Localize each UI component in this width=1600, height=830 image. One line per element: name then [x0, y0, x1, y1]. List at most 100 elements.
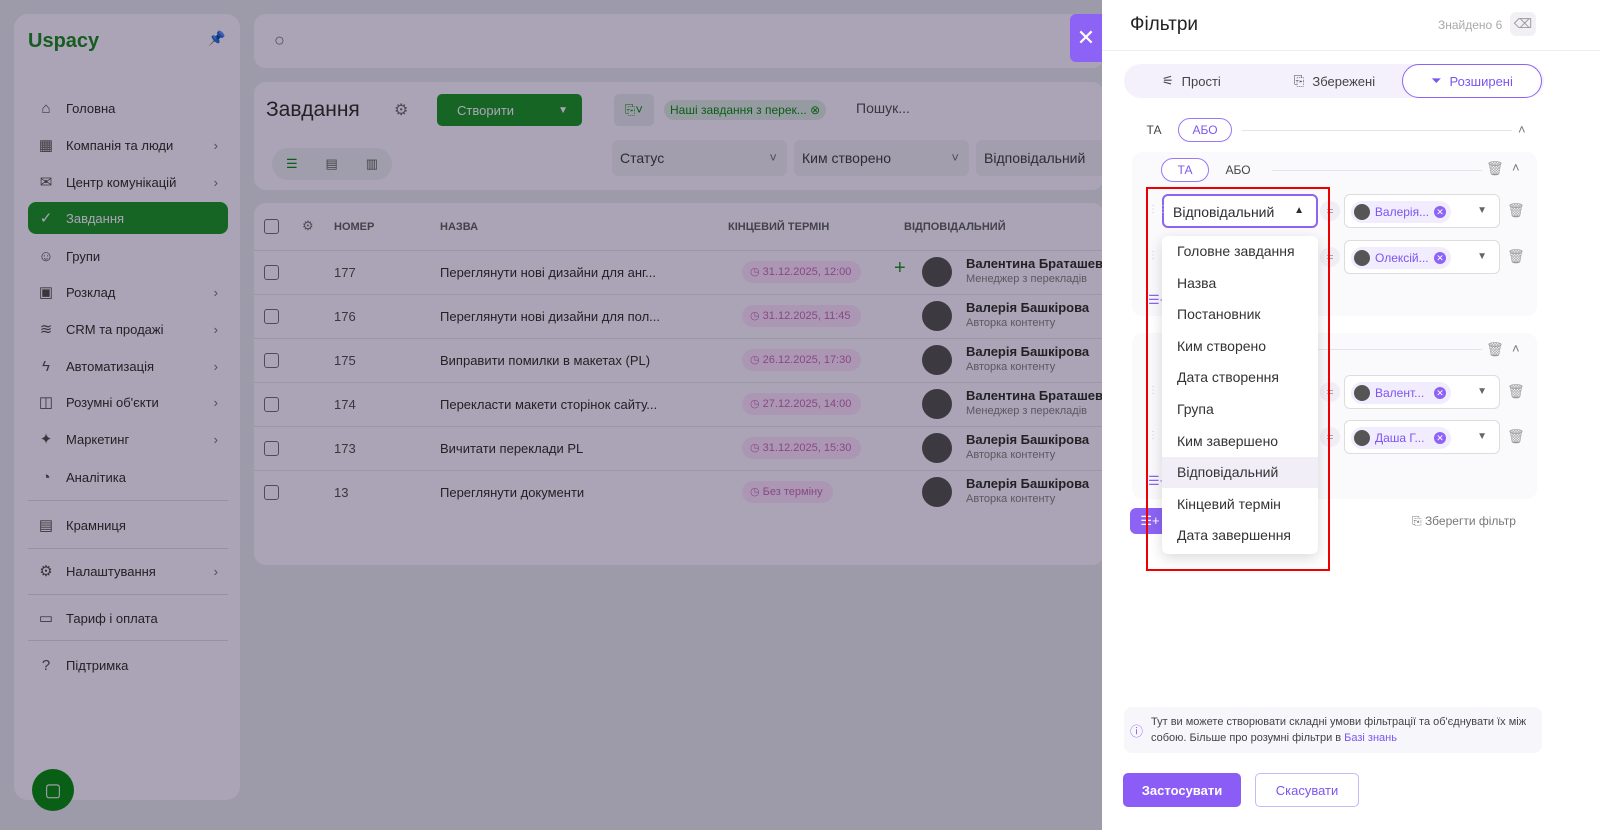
sidebar-item-4[interactable]: ☺ Групи	[28, 240, 228, 272]
task-name[interactable]: Переглянути нові дизайни для пол...	[440, 309, 660, 324]
value-select[interactable]: Даша Г... ✕ ▼	[1344, 420, 1500, 454]
sidebar-item-10[interactable]: ◔ Аналітика	[28, 461, 228, 493]
add-icon[interactable]: +	[894, 257, 906, 280]
pin-icon[interactable]: 📌	[208, 30, 225, 47]
bookmark-icon: ⎘	[1294, 73, 1305, 88]
row-checkbox[interactable]	[264, 353, 279, 368]
chip-label: Олексій...	[1375, 251, 1429, 265]
row-checkbox[interactable]	[264, 485, 279, 500]
row-checkbox[interactable]	[264, 309, 279, 324]
sidebar-item-0[interactable]: ⌂ Головна	[28, 92, 228, 124]
chevron-up-icon[interactable]: ˄	[1518, 122, 1526, 137]
root-or-toggle[interactable]: АБО	[1178, 118, 1232, 142]
search-input[interactable]: Пошук...	[856, 100, 910, 116]
group-and-toggle[interactable]: ТА	[1161, 158, 1209, 182]
sidebar-item-5[interactable]: ▣ Розклад ›	[28, 276, 228, 308]
trash-icon[interactable]: 🗑	[1507, 248, 1525, 265]
chat-button[interactable]: ▢	[32, 769, 74, 811]
save-filter-button[interactable]: ⎘ Зберегти фільтр	[1412, 514, 1516, 529]
sidebar-item-14[interactable]: ? Підтримка	[28, 649, 228, 681]
saved-filters-icon[interactable]: ⎘˅	[614, 94, 654, 126]
cards-view-icon[interactable]: ▤	[326, 156, 338, 172]
gear-icon[interactable]: ⚙	[394, 100, 408, 120]
sidebar-item-11[interactable]: ▤ Крамниця	[28, 509, 228, 541]
due-badge: ◷ 31.12.2025, 11:45	[742, 305, 861, 327]
row-checkbox[interactable]	[264, 265, 279, 280]
sidebar-item-2[interactable]: ✉ Центр комунікацій ›	[28, 166, 228, 198]
due-date: 31.12.2025, 11:45	[762, 310, 851, 322]
column-assignee[interactable]: ВІДПОВІДАЛЬНИЙ	[904, 221, 1006, 233]
top-search-bar[interactable]: ○	[254, 14, 1104, 68]
table-row[interactable]: 174 Перекласти макети сторінок сайту... ◷ …	[254, 382, 1104, 426]
close-icon[interactable]: ✕	[1070, 14, 1102, 62]
remove-chip-icon[interactable]: ✕	[1434, 432, 1446, 444]
group-or-toggle[interactable]: АБО	[1214, 158, 1262, 182]
sidebar-item-8[interactable]: ◫ Розумні об'єкти ›	[28, 386, 228, 418]
avatar	[922, 433, 952, 463]
remove-chip-icon[interactable]: ✕	[1434, 252, 1446, 264]
sidebar-item-3[interactable]: ✓ Завдання	[28, 202, 228, 234]
caret-down-icon: ▼	[1477, 386, 1487, 397]
task-name[interactable]: Перекласти макети сторінок сайту...	[440, 397, 657, 412]
value-select[interactable]: Валент... ✕ ▼	[1344, 375, 1500, 409]
row-checkbox[interactable]	[264, 441, 279, 456]
cancel-button[interactable]: Скасувати	[1255, 773, 1359, 807]
select-all-checkbox[interactable]	[264, 219, 279, 234]
column-name[interactable]: НАЗВА	[440, 221, 478, 233]
chevron-up-icon[interactable]: ˄	[1512, 160, 1520, 175]
table-row[interactable]: 175 Виправити помилки в макетах (PL) ◷ 26.…	[254, 338, 1104, 382]
trash-icon[interactable]: 🗑	[1486, 160, 1504, 177]
chevron-up-icon[interactable]: ˄	[1512, 341, 1520, 356]
task-name[interactable]: Виправити помилки в макетах (PL)	[440, 353, 650, 368]
chevron-down-icon[interactable]: ▼	[558, 105, 568, 116]
column-due[interactable]: КІНЦЕВИЙ ТЕРМІН	[728, 221, 829, 233]
list-view-icon[interactable]: ☰	[286, 156, 298, 172]
remove-chip-icon[interactable]: ✕	[1434, 387, 1446, 399]
row-checkbox[interactable]	[264, 397, 279, 412]
trash-icon[interactable]: 🗑	[1486, 341, 1504, 358]
value-select[interactable]: Олексій... ✕ ▼	[1344, 240, 1500, 274]
sidebar-item-9[interactable]: ✦ Маркетинг ›	[28, 423, 228, 455]
chip-label: Валерія...	[1374, 205, 1430, 219]
task-name[interactable]: Вичитати переклади PL	[440, 441, 583, 456]
divider	[1242, 130, 1512, 131]
value-select[interactable]: Валерія... ✕ ▼	[1344, 194, 1500, 228]
filter-dropdown[interactable]: Статус ˅	[612, 140, 787, 176]
column-number[interactable]: НОМЕР	[334, 221, 374, 233]
table-row[interactable]: 13 Переглянути документи ◷ Без терміну Вале…	[254, 470, 1104, 514]
table-row[interactable]: 176 Переглянути нові дизайни для пол... ◷ …	[254, 294, 1104, 338]
tab-simple[interactable]: ⚟ Прості	[1162, 64, 1221, 98]
sidebar-item-6[interactable]: ≋ CRM та продажі ›	[28, 313, 228, 345]
kanban-view-icon[interactable]: ▥	[366, 156, 378, 172]
due-badge: ◷ 26.12.2025, 17:30	[742, 349, 862, 371]
sidebar-item-label: Підтримка	[66, 657, 129, 673]
tab-advanced[interactable]: ⏷ Розширені	[1402, 64, 1542, 98]
trash-icon[interactable]: 🗑	[1507, 428, 1525, 445]
trash-icon[interactable]: 🗑	[1507, 383, 1525, 400]
sidebar-item-1[interactable]: ▦ Компанія та люди ›	[28, 129, 228, 161]
task-name[interactable]: Переглянути документи	[440, 485, 584, 500]
funnel-icon: ⏷	[1431, 73, 1442, 88]
root-and-toggle[interactable]: ТА	[1132, 118, 1176, 142]
create-button[interactable]: Створити ▼	[437, 94, 582, 126]
due-date: 26.12.2025, 17:30	[762, 354, 852, 366]
table-row[interactable]: 177 Переглянути нові дизайни для анг... ◷ …	[254, 250, 1104, 294]
assignee-name: Валерія Башкірова	[966, 432, 1090, 447]
divider	[1272, 170, 1482, 171]
eraser-icon[interactable]: ⌫	[1510, 12, 1536, 36]
knowledge-base-link[interactable]: Базі знань	[1344, 732, 1397, 744]
chip-label: Даша Г...	[1375, 431, 1425, 445]
filter-dropdown[interactable]: Ким створено ˅	[794, 140, 969, 176]
tab-saved[interactable]: ⎘ Збережені	[1294, 64, 1375, 98]
gear-icon[interactable]: ⚙	[302, 218, 314, 234]
sidebar-item-13[interactable]: ▭ Тариф і оплата	[28, 602, 228, 634]
sidebar-item-7[interactable]: ϟ Автоматизація ›	[28, 350, 228, 382]
task-name[interactable]: Переглянути нові дизайни для анг...	[440, 265, 656, 280]
table-row[interactable]: 173 Вичитати переклади PL ◷ 31.12.2025, 15…	[254, 426, 1104, 470]
saved-filter-chip[interactable]: Наші завдання з перек... ⊗	[664, 100, 827, 120]
sidebar-item-12[interactable]: ⚙ Налаштування ›	[28, 555, 228, 587]
trash-icon[interactable]: 🗑	[1507, 202, 1525, 219]
filter-label: Ким створено	[802, 150, 892, 166]
apply-button[interactable]: Застосувати	[1123, 773, 1241, 807]
remove-chip-icon[interactable]: ✕	[1434, 206, 1446, 218]
